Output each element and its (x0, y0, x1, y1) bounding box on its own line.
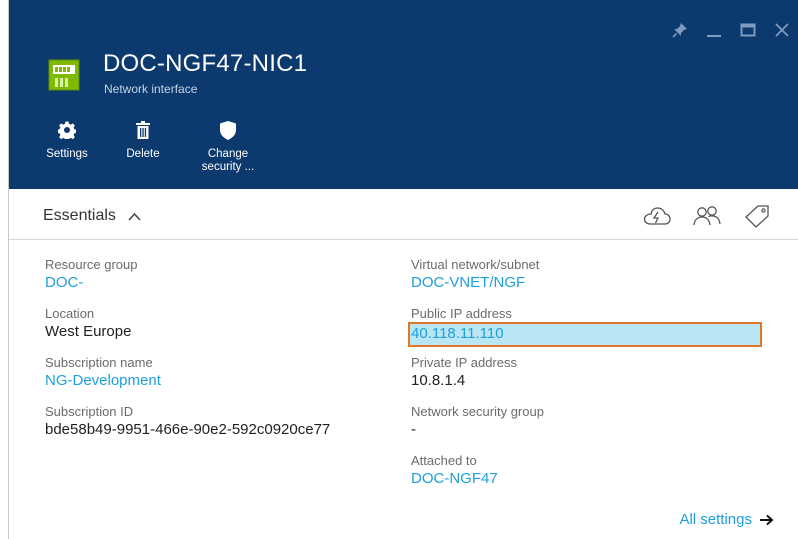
page-subtitle: Network interface (104, 82, 198, 96)
essentials-toggle[interactable]: Essentials (43, 207, 141, 225)
private-ip-value: 10.8.1.4 (411, 372, 466, 389)
virtual-network-link[interactable]: DOC-VNET/NGF (411, 273, 762, 293)
shield-icon (220, 120, 236, 140)
gear-icon (58, 120, 76, 140)
network-security-group-label: Network security group (411, 404, 544, 419)
attached-to-label: Attached to (411, 453, 477, 468)
all-settings-link[interactable]: All settings (679, 511, 774, 528)
private-ip-label: Private IP address (411, 355, 517, 370)
resource-group-label: Resource group (45, 257, 138, 272)
essentials-bar: Essentials (9, 189, 798, 240)
tag-icon[interactable] (743, 203, 771, 229)
resource-group-field: Resource group DOC- (45, 256, 330, 305)
essentials-left-column: Resource group DOC- Location West Europe… (45, 256, 330, 452)
pin-icon[interactable] (663, 18, 697, 42)
network-security-group-field: Network security group - (411, 403, 762, 452)
settings-button[interactable]: Settings (41, 120, 93, 174)
delete-label: Delete (126, 148, 160, 160)
essentials-label: Essentials (43, 207, 116, 224)
public-ip-field: Public IP address 40.118.11.110 (408, 305, 762, 354)
settings-label: Settings (46, 148, 88, 160)
essentials-actions (621, 203, 771, 229)
cloud-icon[interactable] (643, 203, 671, 229)
subscription-name-field: Subscription name NG-Development (45, 354, 330, 403)
change-security-label: Change security ... (201, 148, 255, 173)
virtual-network-field: Virtual network/subnet DOC-VNET/NGF (411, 256, 762, 305)
blade-header: DOC-NGF47-NIC1 Network interface Setting… (9, 0, 798, 189)
network-security-group-value: - (411, 421, 416, 438)
subscription-id-label: Subscription ID (45, 404, 134, 419)
private-ip-field: Private IP address 10.8.1.4 (411, 354, 762, 403)
trash-icon (136, 120, 150, 140)
location-label: Location (45, 306, 95, 321)
attached-to-field: Attached to DOC-NGF47 (411, 452, 762, 501)
all-settings-label: All settings (679, 511, 752, 528)
window-controls (663, 18, 798, 42)
maximize-icon[interactable] (731, 18, 765, 42)
minimize-icon[interactable] (697, 18, 731, 42)
location-field: Location West Europe (45, 305, 330, 354)
public-ip-link[interactable]: 40.118.11.110 (408, 322, 762, 347)
essentials-right-column: Virtual network/subnet DOC-VNET/NGF Publ… (408, 256, 762, 501)
location-value: West Europe (45, 323, 132, 340)
resource-group-link[interactable]: DOC- (45, 273, 330, 293)
chevron-up-icon (128, 212, 141, 221)
change-security-button[interactable]: Change security ... (193, 120, 263, 174)
network-interface-icon (47, 56, 83, 92)
public-ip-label: Public IP address (411, 306, 512, 321)
resource-blade: DOC-NGF47-NIC1 Network interface Setting… (8, 0, 798, 539)
page-title: DOC-NGF47-NIC1 (103, 50, 308, 77)
delete-button[interactable]: Delete (123, 120, 163, 174)
command-bar: Settings Delete Change security ... (41, 120, 263, 174)
subscription-name-label: Subscription name (45, 355, 153, 370)
subscription-id-field: Subscription ID bde58b49-9951-466e-90e2-… (45, 403, 330, 452)
arrow-right-icon (760, 514, 774, 526)
attached-to-link[interactable]: DOC-NGF47 (411, 469, 762, 489)
users-icon[interactable] (693, 203, 721, 229)
close-icon[interactable] (765, 18, 798, 42)
subscription-name-link[interactable]: NG-Development (45, 371, 330, 391)
subscription-id-value: bde58b49-9951-466e-90e2-592c0920ce77 (45, 421, 331, 438)
virtual-network-label: Virtual network/subnet (411, 257, 540, 272)
